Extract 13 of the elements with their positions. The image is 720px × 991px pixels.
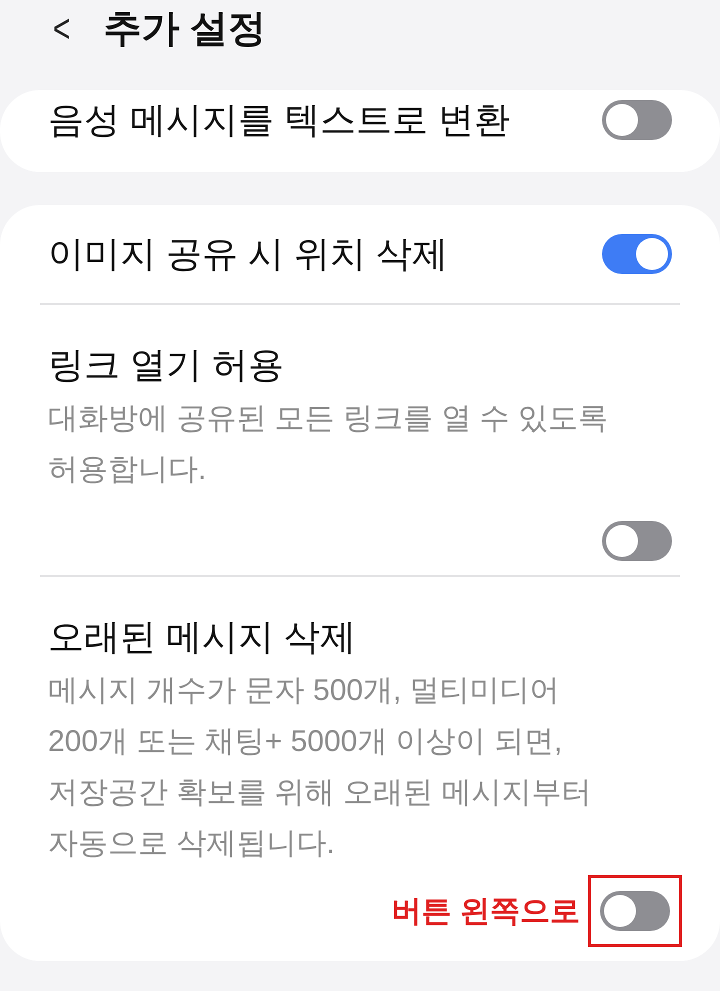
- toggle-switch[interactable]: [602, 100, 672, 140]
- back-button[interactable]: <: [52, 9, 70, 49]
- setting-title: 링크 열기 허용: [48, 343, 286, 387]
- setting-description: 메시지 개수가 문자 500개, 멀티미디어 200개 또는 채팅+ 5000개 이상이 되면, 저장공간 확보를 위해 오래된 메시지부터 자동으로 삭제됩니다.: [48, 673, 592, 862]
- setting-description: 대화방에 공유된 모든 링크를 열 수 있도록 허용합니다.: [48, 401, 610, 488]
- setting-title: 이미지 공유 시 위치 삭제: [48, 232, 448, 276]
- toggle-switch[interactable]: [602, 521, 672, 561]
- toggle-switch[interactable]: [600, 891, 670, 931]
- setting-title: 오래된 메시지 삭제: [48, 615, 358, 659]
- setting-title: 음성 메시지를 텍스트로 변환: [48, 98, 510, 142]
- toggle-switch[interactable]: [602, 234, 672, 274]
- page-title: 추가 설정: [103, 6, 266, 52]
- annotation-text: 버튼 왼쪽으로: [392, 894, 580, 930]
